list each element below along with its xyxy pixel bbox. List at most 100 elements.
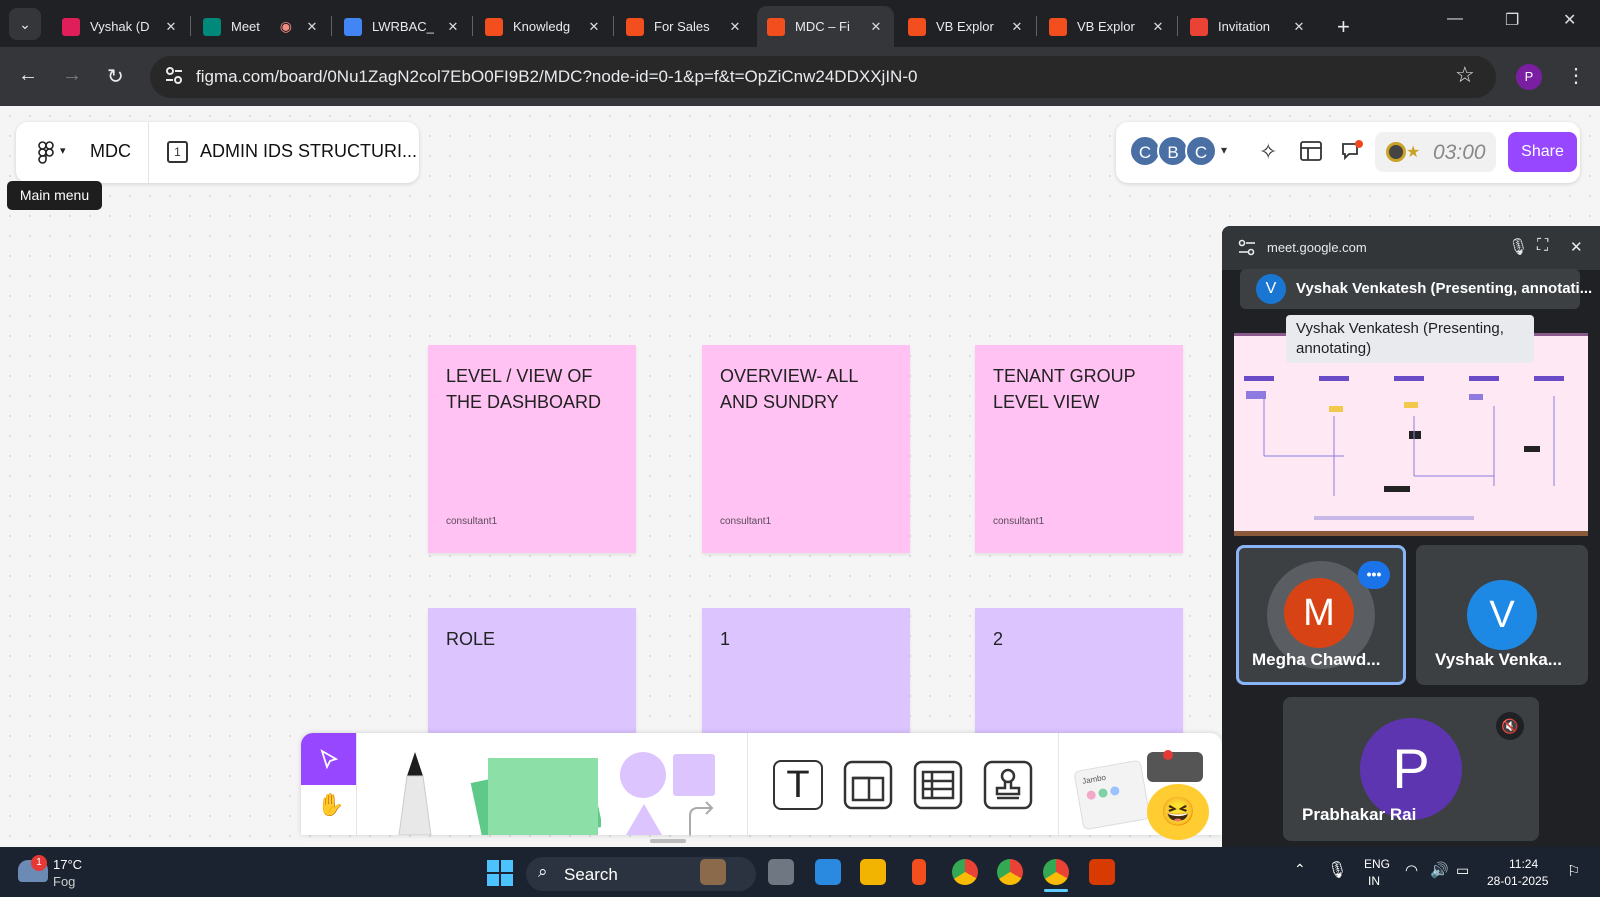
figma-logo-icon[interactable] — [36, 141, 56, 165]
sticky-text: ROLE — [446, 629, 496, 649]
sticky-note[interactable]: ROLE — [428, 608, 636, 738]
notifications-icon[interactable]: ⚐ — [1567, 862, 1580, 880]
chevron-down-icon[interactable]: ▾ — [60, 144, 66, 157]
file-name[interactable]: MDC — [90, 141, 131, 162]
close-tab-icon[interactable]: ✕ — [1291, 19, 1307, 35]
active-app-indicator — [1044, 889, 1068, 892]
scroll-handle[interactable] — [650, 839, 686, 843]
minimize-icon[interactable]: — — [1447, 10, 1463, 28]
maximize-icon[interactable]: ❐ — [1505, 10, 1519, 30]
forward-icon[interactable]: → — [62, 64, 82, 87]
sticky-note[interactable]: 2 — [975, 608, 1183, 738]
circle-shape-icon[interactable] — [620, 752, 666, 798]
tab-search-button[interactable]: ⌄ — [9, 8, 41, 40]
triangle-shape-icon[interactable] — [624, 802, 664, 835]
text-tool-button[interactable]: T — [773, 760, 823, 810]
language-region[interactable]: IN — [1368, 874, 1380, 888]
close-window-icon[interactable]: ✕ — [1563, 10, 1576, 30]
close-pip-icon[interactable]: ✕ — [1570, 238, 1583, 256]
browser-tab[interactable]: For Sales ✕ — [616, 6, 753, 47]
presenter-avatar: V — [1256, 274, 1286, 304]
browser-tab[interactable]: Vyshak (D ✕ — [52, 6, 189, 47]
figma-app-icon[interactable] — [912, 859, 926, 885]
main-menu-tooltip: Main menu — [7, 181, 102, 210]
chrome-profile-icon[interactable] — [997, 859, 1023, 885]
site-settings-icon[interactable] — [165, 66, 183, 86]
browser-menu-icon[interactable]: ⋮ — [1566, 63, 1586, 88]
tab-title: Knowledg — [513, 19, 571, 34]
close-tab-icon[interactable]: ✕ — [727, 19, 743, 35]
templates-widget[interactable]: Jambo — [1073, 759, 1151, 831]
close-tab-icon[interactable]: ✕ — [1009, 19, 1025, 35]
address-bar[interactable]: figma.com/board/0Nu1ZagN2col7EbO0FI9B2/M… — [150, 56, 1496, 98]
browser-tab[interactable]: Knowledg ✕ — [475, 6, 612, 47]
browser-tab[interactable]: Meet ◉ ✕ — [193, 6, 330, 47]
emoji-sticker-icon[interactable]: 😆 — [1147, 784, 1209, 840]
browser-tab[interactable]: VB Explor ✕ — [1039, 6, 1176, 47]
close-tab-icon[interactable]: ✕ — [1150, 19, 1166, 35]
site-info-icon[interactable] — [1238, 239, 1256, 257]
wps-office-icon[interactable] — [1089, 859, 1115, 885]
hand-tool-icon[interactable]: ✋ — [317, 792, 344, 818]
microphone-tray-icon[interactable]: 🎙 — [1327, 860, 1347, 880]
marker-tool-icon[interactable] — [390, 750, 440, 835]
ai-sparkle-icon[interactable]: ✧ — [1259, 139, 1277, 165]
back-icon[interactable]: ← — [18, 64, 38, 87]
timer-value[interactable]: 03:00 — [1433, 141, 1486, 165]
volume-icon[interactable]: 🔊 — [1430, 861, 1449, 879]
page-name[interactable]: ADMIN IDS STRUCTURI... — [200, 141, 417, 162]
share-button[interactable]: Share — [1508, 132, 1577, 172]
sticky-note[interactable]: TENANT GROUP LEVEL VIEW consultant1 — [975, 345, 1183, 553]
show-hidden-icons-icon[interactable]: ⌃ — [1294, 861, 1306, 878]
close-tab-icon[interactable]: ✕ — [868, 19, 884, 35]
sticky-note-tool-icon[interactable] — [466, 752, 601, 835]
camera-sticker-icon[interactable] — [1147, 752, 1203, 782]
search-label: Search — [564, 865, 618, 884]
layout-icon[interactable] — [1300, 141, 1322, 161]
section-tool-icon[interactable] — [843, 760, 893, 810]
chat-bubble-icon[interactable] — [1340, 139, 1364, 163]
connector-arrow-icon[interactable] — [686, 800, 716, 835]
participant-name: Megha Chawd... — [1252, 650, 1381, 669]
sticky-note[interactable]: 1 — [702, 608, 910, 738]
close-tab-icon[interactable]: ✕ — [445, 19, 461, 35]
wifi-icon[interactable]: ◠ — [1405, 861, 1418, 879]
stamp-tool-icon[interactable] — [983, 760, 1033, 810]
close-tab-icon[interactable]: ✕ — [163, 19, 179, 35]
profile-avatar[interactable]: P — [1516, 64, 1542, 90]
expand-icon[interactable]: ⛶ — [1537, 237, 1548, 255]
reload-icon[interactable]: ↻ — [107, 64, 124, 89]
page-icon[interactable]: 1 — [167, 141, 188, 163]
shared-screen-preview[interactable] — [1234, 333, 1588, 536]
close-tab-icon[interactable]: ✕ — [586, 19, 602, 35]
bookmark-star-icon[interactable]: ☆ — [1455, 62, 1475, 88]
task-view-icon[interactable] — [768, 859, 794, 885]
battery-icon[interactable]: ▭ — [1456, 862, 1469, 879]
windows-start-icon[interactable] — [487, 860, 513, 886]
tab-title: VB Explor — [1077, 19, 1135, 34]
browser-tab[interactable]: MDC – Fi ✕ — [757, 6, 894, 47]
sticky-note[interactable]: OVERVIEW- ALL AND SUNDRY consultant1 — [702, 345, 910, 553]
clock-time[interactable]: 11:24 — [1509, 857, 1538, 871]
chrome-active-icon[interactable] — [1043, 859, 1069, 885]
collaborator-avatar[interactable]: C — [1185, 135, 1217, 167]
browser-tab[interactable]: LWRBAC_ ✕ — [334, 6, 471, 47]
chrome-icon[interactable] — [952, 859, 978, 885]
browser-tab[interactable]: Invitation ✕ — [1180, 6, 1317, 47]
chevron-down-icon[interactable]: ▾ — [1221, 143, 1227, 157]
square-shape-icon[interactable] — [673, 754, 715, 796]
mic-muted-icon: 🔇 — [1496, 712, 1524, 740]
sticky-text: 2 — [993, 629, 1004, 649]
sticky-note[interactable]: LEVEL / VIEW OF THE DASHBOARD consultant… — [428, 345, 636, 553]
m365-copilot-icon[interactable] — [815, 859, 841, 885]
file-explorer-icon[interactable] — [860, 859, 886, 885]
more-options-icon[interactable]: ••• — [1358, 561, 1390, 589]
table-tool-icon[interactable] — [913, 760, 963, 810]
microphone-icon[interactable]: 🎙 — [1508, 237, 1528, 257]
clock-date[interactable]: 28-01-2025 — [1487, 874, 1548, 888]
browser-tab[interactable]: VB Explor ✕ — [898, 6, 1035, 47]
music-icon[interactable] — [1386, 142, 1406, 162]
new-tab-button[interactable]: + — [1327, 6, 1360, 47]
close-tab-icon[interactable]: ✕ — [304, 19, 320, 35]
language-code[interactable]: ENG — [1364, 857, 1390, 871]
